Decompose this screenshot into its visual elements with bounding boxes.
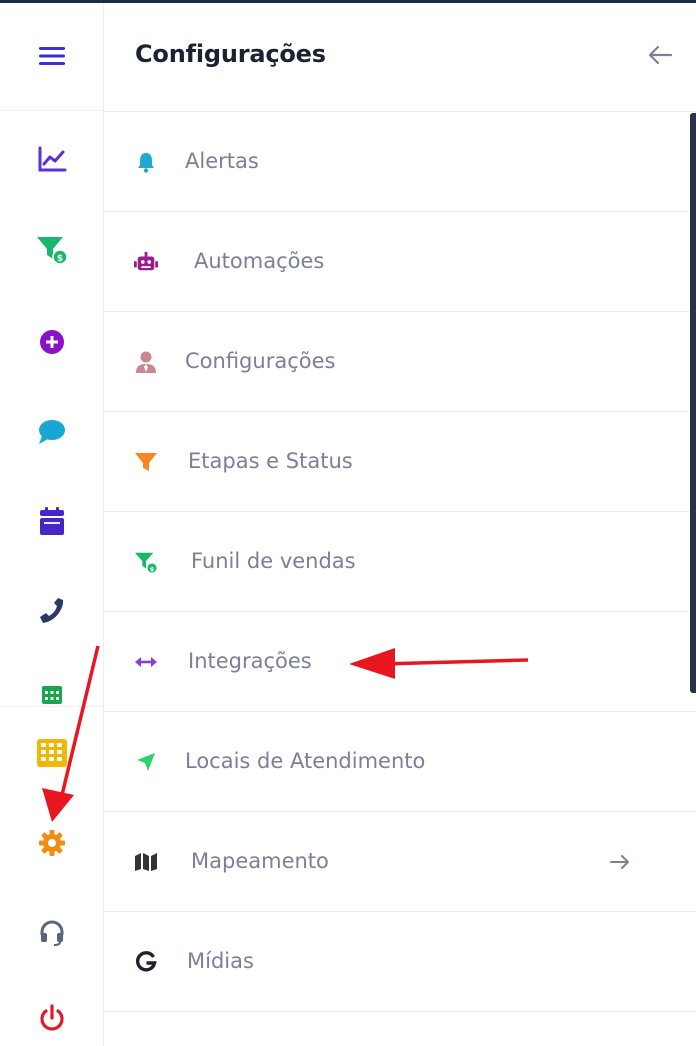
page-title: Configurações: [135, 40, 326, 68]
arrow-right-icon[interactable]: [608, 850, 632, 874]
chart-line-icon[interactable]: [36, 143, 68, 175]
menu-item-label: Alertas: [185, 149, 259, 173]
icon-sidebar: $: [0, 3, 104, 1046]
filter-icon: [134, 450, 158, 474]
plus-circle-icon[interactable]: [36, 326, 68, 358]
panel-header: Configurações: [104, 3, 696, 112]
power-icon[interactable]: [36, 1003, 68, 1035]
arrows-horizontal-icon: [134, 650, 158, 674]
google-g-icon: [134, 950, 158, 974]
menu-item-label: Funil de vendas: [191, 549, 356, 573]
funnel-dollar-icon: $: [134, 550, 158, 574]
menu-item-configuracoes[interactable]: Configurações: [104, 312, 696, 412]
settings-panel: Configurações Alertas Automações Configu…: [104, 3, 696, 1046]
user-tie-icon: [134, 350, 158, 374]
phone-icon[interactable]: [36, 595, 68, 627]
svg-text:$: $: [150, 565, 155, 573]
menu-item-alertas[interactable]: Alertas: [104, 112, 696, 212]
menu-item-label: Etapas e Status: [188, 449, 353, 473]
menu-hamburger-icon[interactable]: [36, 40, 68, 72]
funnel-dollar-icon[interactable]: $: [36, 233, 68, 265]
location-arrow-icon: [134, 750, 158, 774]
menu-item-etapas-status[interactable]: Etapas e Status: [104, 412, 696, 512]
menu-item-label: Locais de Atendimento: [185, 749, 426, 773]
menu-item-label: Automações: [194, 249, 325, 273]
bell-icon: [134, 150, 158, 174]
scrollbar[interactable]: [690, 113, 696, 693]
menu-item-label: Mídias: [187, 949, 254, 973]
gear-icon[interactable]: [36, 827, 68, 859]
menu-item-label: Mapeamento: [191, 849, 329, 873]
menu-item-label: Configurações: [185, 349, 336, 373]
headset-icon[interactable]: [36, 917, 68, 949]
menu-item-funil-vendas[interactable]: $ Funil de vendas: [104, 512, 696, 612]
settings-menu: Alertas Automações Configurações Etapas …: [104, 112, 696, 1012]
arrow-left-icon: [648, 45, 673, 65]
menu-item-locais-atendimento[interactable]: Locais de Atendimento: [104, 712, 696, 812]
table-grid-icon[interactable]: [36, 737, 68, 769]
map-icon: [134, 850, 158, 874]
menu-item-midias[interactable]: Mídias: [104, 912, 696, 1012]
menu-item-mapeamento[interactable]: Mapeamento: [104, 812, 696, 912]
calendar-icon[interactable]: [36, 505, 68, 537]
chat-bubble-icon[interactable]: [36, 416, 68, 448]
menu-item-integracoes[interactable]: Integrações: [104, 612, 696, 712]
robot-icon: [134, 250, 158, 274]
back-button[interactable]: [644, 39, 676, 71]
svg-text:$: $: [57, 254, 63, 264]
menu-item-label: Integrações: [188, 649, 312, 673]
menu-item-automacoes[interactable]: Automações: [104, 212, 696, 312]
